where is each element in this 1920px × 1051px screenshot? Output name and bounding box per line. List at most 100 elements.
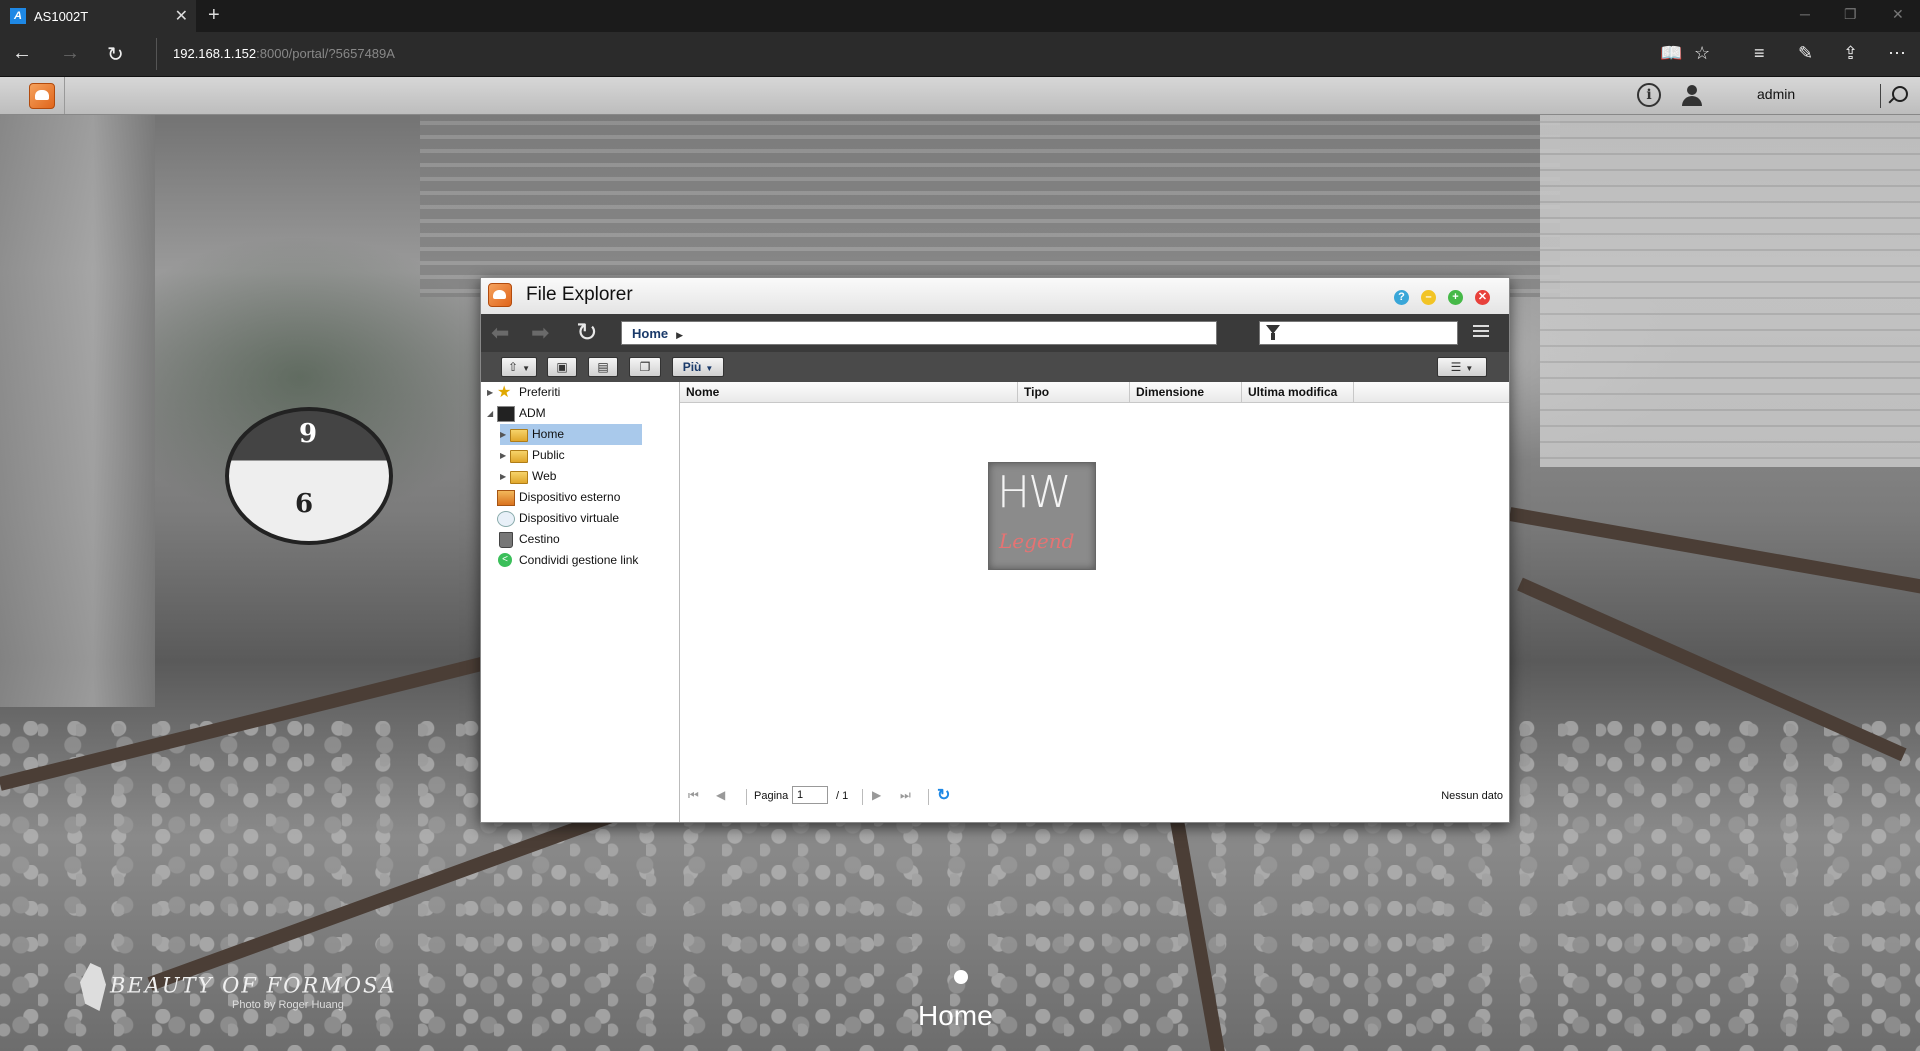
tree-item-label: Dispositivo virtuale: [519, 511, 620, 525]
url-path: :8000/portal/?5657489A: [256, 46, 395, 61]
tree-item-label: ADM: [519, 406, 546, 420]
tree-item-adm[interactable]: ◢ ADM: [487, 403, 677, 424]
minimize-button[interactable]: –: [1421, 290, 1436, 305]
column-header-type[interactable]: Tipo: [1018, 382, 1130, 402]
more-actions-button[interactable]: Più ▼: [672, 357, 724, 377]
next-page-icon[interactable]: ▶: [872, 788, 881, 802]
page-label: Pagina: [754, 790, 789, 802]
hwlegend-watermark-logo: HW Legend: [988, 462, 1096, 570]
tree-item-virtual-device[interactable]: Dispositivo virtuale: [487, 508, 677, 529]
favorite-star-icon[interactable]: ☆: [1694, 43, 1710, 64]
pager-divider: [928, 789, 929, 805]
new-folder-button[interactable]: ▣: [547, 357, 577, 377]
file-explorer-app-icon: [488, 283, 512, 307]
tree-item-label: Web: [532, 469, 557, 483]
hub-icon[interactable]: ≡: [1754, 43, 1765, 64]
forward-arrow-icon[interactable]: ➡: [531, 320, 549, 346]
tree-item-label: Cestino: [519, 532, 560, 546]
folder-icon: [510, 429, 528, 442]
tree-item-label: Public: [532, 448, 565, 462]
user-icon[interactable]: [1681, 84, 1703, 106]
wallpaper-signal-disc: 9 6: [225, 407, 393, 545]
expand-arrow-icon[interactable]: ▶: [500, 445, 510, 466]
tab-title: AS1002T: [34, 9, 89, 24]
info-icon[interactable]: i: [1637, 83, 1661, 107]
close-tab-icon[interactable]: ✕: [175, 6, 188, 26]
page-number-input[interactable]: 1: [792, 786, 828, 804]
first-page-icon[interactable]: ⏮: [688, 788, 699, 803]
restore-window-icon[interactable]: ❐: [1844, 6, 1857, 23]
upload-button[interactable]: ⇧ ▼: [501, 357, 537, 377]
tree-item-public[interactable]: ▶ Public: [500, 445, 642, 466]
breadcrumb-home[interactable]: Home: [632, 326, 668, 341]
taskbar-divider: [64, 77, 65, 114]
watermark-legend: Legend: [999, 529, 1075, 553]
back-arrow-icon[interactable]: ←: [12, 42, 32, 65]
close-window-icon[interactable]: ✕: [1892, 6, 1904, 23]
previous-page-icon[interactable]: ◀: [716, 788, 725, 802]
refresh-icon[interactable]: ↻: [107, 42, 124, 67]
refresh-icon[interactable]: ↻: [576, 317, 598, 348]
folder-icon: [510, 471, 528, 484]
last-page-icon[interactable]: ⏭: [900, 788, 911, 803]
window-titlebar[interactable]: File Explorer ? – + ✕: [481, 278, 1509, 314]
navigation-bar: ⬅ ➡ ↻ Home ▶: [481, 314, 1509, 352]
page-total: / 1: [836, 790, 849, 802]
tree-item-home[interactable]: ▶ Home: [500, 424, 642, 445]
adm-home-logo-icon[interactable]: [29, 83, 55, 109]
usb-drive-icon: [497, 490, 515, 506]
web-note-icon[interactable]: ✎: [1798, 43, 1813, 64]
back-arrow-icon[interactable]: ⬅: [491, 320, 509, 346]
nas-server-icon: [497, 406, 515, 422]
share-icon[interactable]: ⇪: [1843, 43, 1858, 64]
forward-arrow-icon[interactable]: →: [60, 42, 80, 65]
move-folder-button[interactable]: ▤: [588, 357, 618, 377]
column-header-name[interactable]: Nome: [680, 382, 1018, 402]
column-header-modified[interactable]: Ultima modifica: [1242, 382, 1354, 402]
view-mode-button[interactable]: ☰ ▼: [1437, 357, 1487, 377]
more-actions-label: Più: [682, 360, 702, 374]
url-field[interactable]: 192.168.1.152:8000/portal/?5657489A: [156, 38, 1653, 70]
url-host: 192.168.1.152: [173, 46, 257, 61]
username-label[interactable]: admin: [1757, 86, 1795, 102]
expand-arrow-icon[interactable]: ▶: [487, 382, 497, 403]
browser-tab[interactable]: A AS1002T ✕: [0, 0, 196, 32]
close-button[interactable]: ✕: [1475, 290, 1490, 305]
search-icon[interactable]: [1892, 86, 1908, 102]
taskbar-divider: [1880, 84, 1881, 108]
tree-item-recycle-bin[interactable]: Cestino: [487, 529, 677, 550]
copy-button[interactable]: ❐: [629, 357, 661, 377]
folder-icon: [510, 450, 528, 463]
toolbar: ⇧ ▼ ▣ ▤ ❐ Più ▼ ☰ ▼: [481, 352, 1509, 382]
wallpaper-building: [1540, 107, 1920, 467]
share-link-icon: <: [498, 553, 512, 567]
breadcrumb-caret-icon[interactable]: ▶: [676, 330, 683, 340]
browser-tab-strip: A AS1002T ✕ + ─ ❐ ✕: [0, 0, 1920, 32]
reload-icon[interactable]: ↻: [937, 785, 950, 805]
tree-item-share-links[interactable]: < Condividi gestione link: [487, 550, 677, 571]
filter-input[interactable]: [1259, 321, 1458, 345]
column-header-size[interactable]: Dimensione: [1130, 382, 1242, 402]
wallpaper-shed: [420, 97, 1560, 297]
page-indicator-dot[interactable]: [954, 970, 968, 984]
wallpaper-wall: [0, 107, 155, 707]
breadcrumb[interactable]: Home ▶: [621, 321, 1217, 345]
reading-view-icon[interactable]: 📖: [1660, 43, 1682, 64]
pagination-bar: ⏮ ◀ Pagina 1 / 1 ▶ ⏭ ↻ Nessun dato: [680, 780, 1509, 812]
minimize-window-icon[interactable]: ─: [1800, 6, 1810, 22]
tree-item-web[interactable]: ▶ Web: [500, 466, 642, 487]
new-tab-button[interactable]: +: [208, 4, 220, 27]
collapse-arrow-icon[interactable]: ◢: [487, 403, 497, 424]
expand-arrow-icon[interactable]: ▶: [500, 466, 510, 487]
help-button[interactable]: ?: [1394, 290, 1409, 305]
brand-text: BEAUTY OF FORMOSA: [110, 973, 397, 998]
more-options-icon[interactable]: ⋯: [1888, 43, 1906, 64]
maximize-button[interactable]: +: [1448, 290, 1463, 305]
watermark-hw: HW: [997, 467, 1072, 518]
expand-arrow-icon[interactable]: ▶: [500, 424, 510, 445]
tree-item-preferiti[interactable]: ▶ ★ Preferiti: [487, 382, 677, 403]
tree-item-external-device[interactable]: Dispositivo esterno: [487, 487, 677, 508]
task-list-icon[interactable]: [1473, 325, 1489, 339]
pager-divider: [862, 789, 863, 805]
trash-icon: [499, 532, 513, 548]
